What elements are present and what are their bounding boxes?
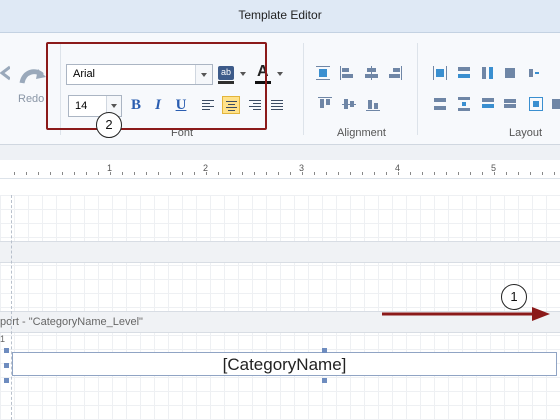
ruler-tick — [254, 172, 255, 175]
ruler-tick — [218, 172, 219, 175]
ruler-tick — [518, 172, 519, 175]
ribbon-spacer — [0, 145, 560, 161]
make-same-height-icon[interactable] — [481, 66, 495, 80]
ruler-number: 3 — [299, 163, 305, 173]
align-tops-icon[interactable] — [318, 97, 332, 111]
center-horizontally-icon[interactable] — [529, 97, 543, 111]
ruler-tick — [542, 172, 543, 175]
ruler-tick — [458, 172, 459, 175]
ruler-tick — [446, 172, 447, 175]
ruler-tick — [434, 172, 435, 175]
resize-handle[interactable] — [4, 363, 9, 368]
ruler-tick — [470, 172, 471, 175]
ruler-tick — [410, 172, 411, 175]
band-label: port - "CategoryName_Level" — [0, 316, 143, 328]
ruler-tick — [26, 172, 27, 175]
layout-group-label: Layout — [509, 127, 543, 139]
alignment-group-label: Alignment — [337, 127, 386, 139]
ruler-tick — [386, 172, 387, 175]
ruler-tick — [554, 172, 555, 175]
redo-icon — [19, 69, 46, 84]
ruler-tick — [158, 172, 159, 175]
resize-handle[interactable] — [4, 378, 9, 383]
ruler-number: 4 — [395, 163, 401, 173]
vertical-spacing-decrease-icon[interactable] — [481, 97, 495, 111]
annotation-font-group-highlight — [46, 42, 267, 130]
ruler-tick — [266, 172, 267, 175]
resize-handle[interactable] — [322, 348, 327, 353]
justify-button[interactable] — [268, 96, 286, 114]
ruler-number: 1 — [107, 163, 113, 173]
ruler-tick — [482, 172, 483, 175]
redo-button[interactable]: Redo — [10, 63, 50, 113]
ruler-tick — [422, 172, 423, 175]
ruler-number: 2 — [203, 163, 209, 173]
annotation-callout-1: 1 — [501, 284, 527, 310]
ruler-tick — [242, 172, 243, 175]
ruler-number: 5 — [491, 163, 497, 173]
horizontal-ruler: 1 2 3 4 5 — [0, 160, 560, 179]
left-margin-line — [11, 195, 13, 420]
ruler-tick — [350, 172, 351, 175]
ruler-tick — [134, 172, 135, 175]
ruler-tick — [290, 172, 291, 175]
resize-handle[interactable] — [322, 378, 327, 383]
align-middles-icon[interactable] — [342, 97, 356, 111]
ruler-gutter — [0, 179, 560, 195]
vertical-spacing-increase-icon[interactable] — [457, 97, 471, 111]
vertical-spacing-equal-icon[interactable] — [433, 97, 447, 111]
make-same-size-icon[interactable] — [503, 66, 517, 80]
window-title: Template Editor — [238, 8, 322, 22]
align-to-grid-icon[interactable] — [316, 66, 330, 80]
ruler-tick — [14, 172, 15, 175]
resize-handle[interactable] — [4, 348, 9, 353]
undo-icon[interactable] — [0, 63, 10, 83]
ruler-tick — [374, 172, 375, 175]
ruler-tick — [530, 172, 531, 175]
field-text: [CategoryName] — [222, 355, 347, 374]
ruler-tick — [506, 172, 507, 175]
ruler-tick — [74, 172, 75, 175]
ruler-tick — [230, 172, 231, 175]
ruler-tick — [122, 172, 123, 175]
align-rights-icon[interactable] — [388, 66, 402, 80]
annotation-arrow — [382, 307, 550, 321]
size-to-grid-icon[interactable] — [433, 66, 447, 80]
ruler-tick — [50, 172, 51, 175]
band-separator — [0, 241, 560, 263]
ruler-tick — [38, 172, 39, 175]
ruler-tick — [314, 172, 315, 175]
align-lefts-icon[interactable] — [340, 66, 354, 80]
band-marker: 1 — [0, 334, 6, 344]
ruler-tick — [146, 172, 147, 175]
center-vertically-icon[interactable] — [551, 97, 560, 111]
ruler-tick — [62, 172, 63, 175]
chevron-down-icon — [277, 72, 283, 76]
make-same-width-icon[interactable] — [457, 66, 471, 80]
ruler-tick — [98, 172, 99, 175]
category-name-field[interactable]: [CategoryName] — [12, 352, 557, 376]
align-bottoms-icon[interactable] — [366, 97, 380, 111]
annotation-callout-2: 2 — [96, 112, 122, 138]
ruler-tick — [278, 172, 279, 175]
align-centers-icon[interactable] — [364, 66, 378, 80]
ruler-tick — [326, 172, 327, 175]
ruler-tick — [194, 172, 195, 175]
ruler-tick — [170, 172, 171, 175]
title-bar: Template Editor — [0, 0, 560, 33]
horizontal-spacing-icon[interactable] — [529, 66, 543, 80]
ruler-tick — [86, 172, 87, 175]
remove-vertical-spacing-icon[interactable] — [503, 97, 517, 111]
ruler-tick — [362, 172, 363, 175]
redo-label: Redo — [18, 93, 45, 105]
ruler-tick — [182, 172, 183, 175]
ruler-tick — [338, 172, 339, 175]
